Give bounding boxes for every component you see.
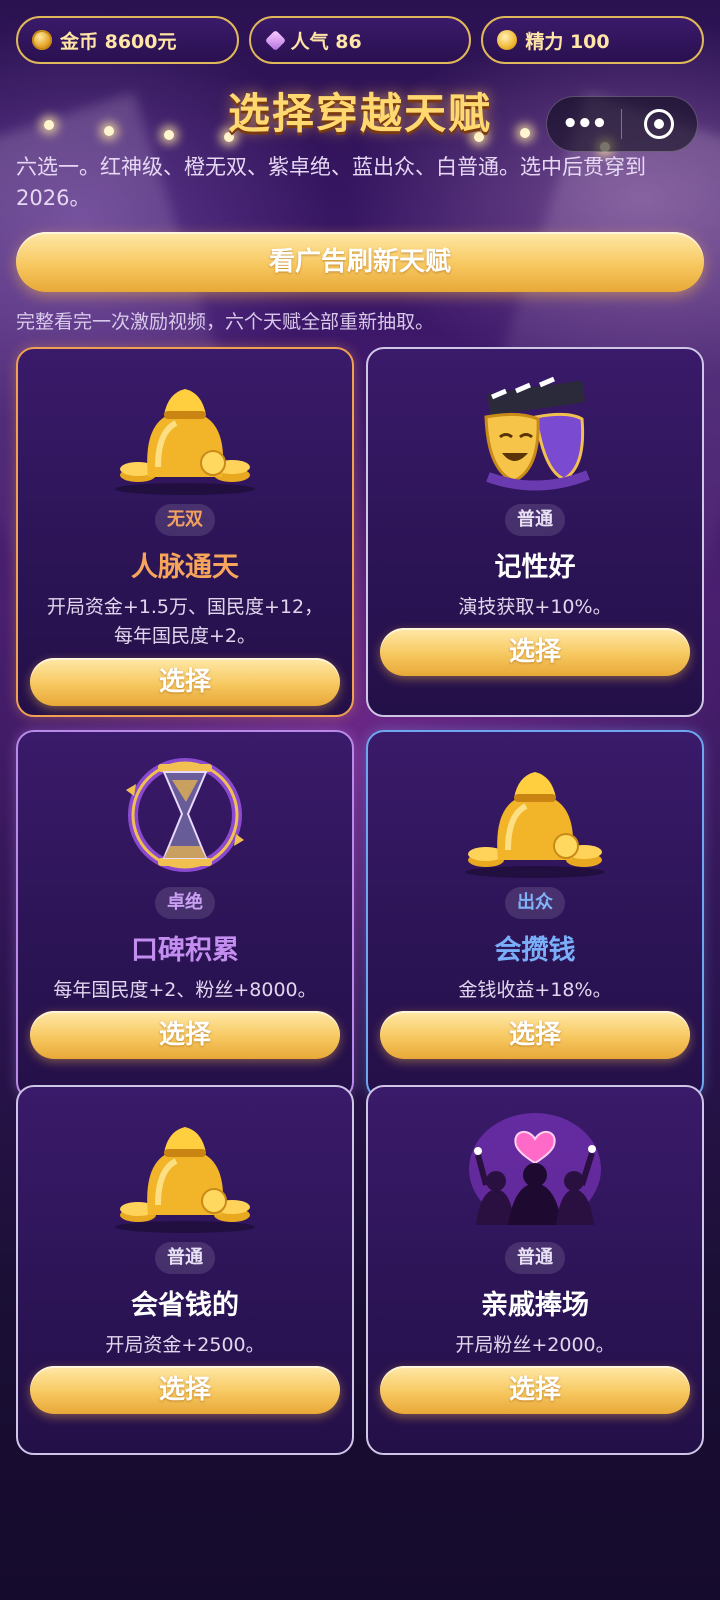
energy-pill: 精力 100: [481, 16, 705, 64]
coin-icon: [32, 30, 52, 50]
select-button[interactable]: 选择: [380, 628, 690, 676]
tier-badge: 无双: [155, 504, 215, 536]
talent-card-jixing: 普通 记性好 演技获取+10%。 选择: [366, 347, 704, 717]
money-bag-icon: [115, 389, 255, 495]
hourglass-icon: [126, 758, 244, 872]
stats-bar: 金币 8600元 人气 86 精力 100: [16, 16, 705, 64]
talent-card-zanqian: 出众 会攒钱 金钱收益+18%。 选择: [366, 730, 704, 1100]
coins-pill: 金币 8600元: [16, 16, 239, 64]
select-button[interactable]: 选择: [380, 1366, 690, 1414]
money-bag-icon: [465, 772, 605, 878]
talent-desc: 每年国民度+2、粉丝+8000。: [53, 979, 317, 1001]
diamond-icon: [264, 29, 286, 51]
select-button[interactable]: 选择: [380, 1011, 690, 1059]
tier-badge: 出众: [505, 887, 565, 919]
talent-card-shengqian: 普通 会省钱的 开局资金+2500。 选择: [16, 1085, 354, 1455]
tier-badge: 普通: [155, 1242, 215, 1274]
target-circle-icon: [644, 109, 675, 139]
talent-desc: 开局粉丝+2000。: [455, 1334, 615, 1356]
energy-coin-icon: [497, 30, 518, 50]
refresh-note: 完整看完一次激励视频，六个天赋全部重新抽取。: [16, 311, 435, 333]
fans-cheering-icon: [469, 1113, 601, 1225]
popularity-value: 人气 86: [290, 30, 362, 53]
coins-value: 金币 8600元: [60, 30, 177, 53]
talent-name: 会攒钱: [494, 935, 576, 966]
talent-desc: 金钱收益+18%。: [458, 979, 612, 1001]
select-button[interactable]: 选择: [30, 658, 340, 706]
theater-masks-icon: [484, 376, 590, 491]
talent-card-koubei: 卓绝 口碑积累 每年国民度+2、粉丝+8000。 选择: [16, 730, 354, 1100]
refresh-talents-button[interactable]: 看广告刷新天赋: [16, 232, 704, 292]
more-menu-button[interactable]: •••: [547, 109, 621, 139]
talent-desc: 开局资金+2500。: [105, 1334, 265, 1356]
talent-name: 人脉通天: [131, 552, 239, 583]
miniapp-capsule: •••: [546, 96, 698, 152]
talent-name: 记性好: [494, 552, 576, 583]
talent-card-qinqi: 普通 亲戚捧场 开局粉丝+2000。 选择: [366, 1085, 704, 1455]
talent-name: 口碑积累: [131, 935, 239, 966]
close-miniapp-button[interactable]: [622, 109, 698, 139]
talent-name: 亲戚捧场: [481, 1290, 589, 1321]
tier-badge: 卓绝: [155, 887, 215, 919]
talent-name: 会省钱的: [131, 1290, 239, 1321]
select-button[interactable]: 选择: [30, 1366, 340, 1414]
intro-text: 六选一。红神级、橙无双、紫卓绝、蓝出众、白普通。选中后贯穿到2026。: [16, 155, 646, 210]
tier-badge: 普通: [505, 1242, 565, 1274]
talent-desc: 演技获取+10%。: [458, 596, 612, 618]
talent-desc: 开局资金+1.5万、国民度+12，每年国民度+2。: [46, 596, 324, 647]
popularity-pill: 人气 86: [248, 16, 472, 64]
money-bag-icon: [115, 1127, 255, 1233]
energy-value: 精力 100: [525, 30, 610, 53]
select-button[interactable]: 选择: [30, 1011, 340, 1059]
tier-badge: 普通: [505, 504, 565, 536]
talent-card-renmai: 无双 人脉通天 开局资金+1.5万、国民度+12，每年国民度+2。 选择: [16, 347, 354, 717]
